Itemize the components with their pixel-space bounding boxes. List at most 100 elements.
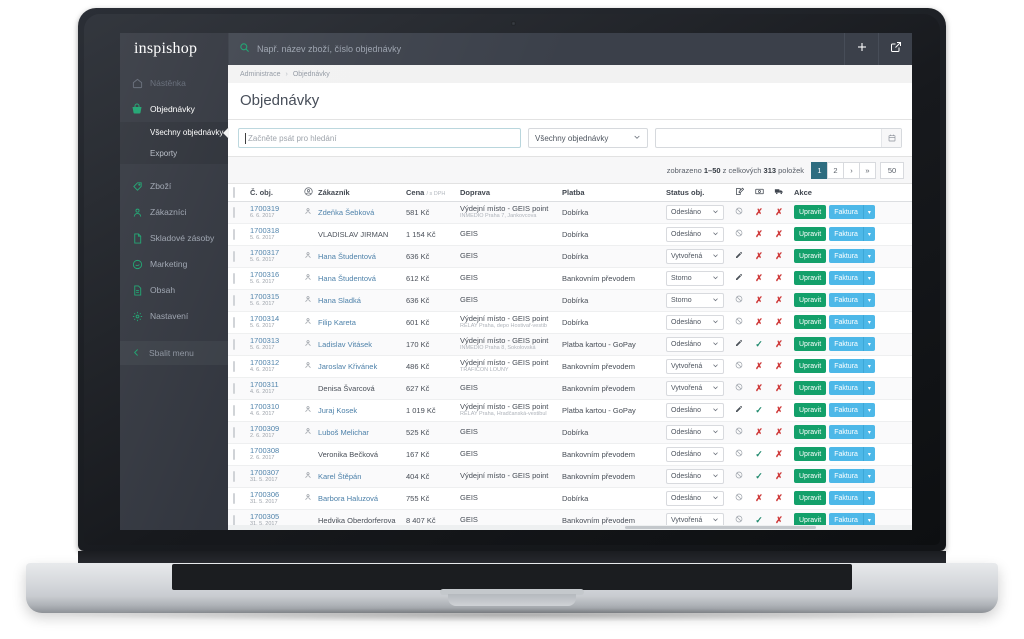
ban-icon[interactable] <box>735 207 743 217</box>
invoice-button-group[interactable]: Faktura ▾ <box>829 425 875 439</box>
order-number[interactable]: 1700310 <box>250 402 294 411</box>
customer-cell[interactable]: Hana Sladká <box>313 289 401 312</box>
row-select-cell[interactable] <box>228 333 245 356</box>
caret-down-icon[interactable]: ▾ <box>862 271 875 285</box>
paid-cell[interactable]: ✓ <box>749 443 769 466</box>
order-number-cell[interactable]: 1700306 31. 5. 2017 <box>245 487 299 510</box>
actions-cell[interactable]: Upravit Faktura ▾ <box>789 245 912 268</box>
row-select-cell[interactable] <box>228 201 245 224</box>
edit-button[interactable]: Upravit <box>794 425 827 439</box>
caret-down-icon[interactable]: ▾ <box>862 359 875 373</box>
note-cell[interactable] <box>729 333 749 356</box>
column-order-number[interactable]: Č. obj. <box>245 184 299 202</box>
invoice-button-group[interactable]: Faktura ▾ <box>829 491 875 505</box>
row-select-cell[interactable] <box>228 377 245 400</box>
actions-cell[interactable]: Upravit Faktura ▾ <box>789 399 912 422</box>
row-checkbox[interactable] <box>233 404 235 416</box>
edit-button[interactable]: Upravit <box>794 513 827 525</box>
cross-icon[interactable]: ✗ <box>755 493 763 503</box>
actions-cell[interactable]: Upravit Faktura ▾ <box>789 289 912 312</box>
shipped-cell[interactable]: ✗ <box>769 509 789 525</box>
status-cell[interactable]: Odesláno <box>661 399 729 422</box>
edit-button[interactable]: Upravit <box>794 249 827 263</box>
customer-cell[interactable]: Filip Kareta <box>313 311 401 334</box>
invoice-button-group[interactable]: Faktura ▾ <box>829 337 875 351</box>
status-cell[interactable]: Odesláno <box>661 487 729 510</box>
order-number[interactable]: 1700313 <box>250 336 294 345</box>
paid-cell[interactable]: ✓ <box>749 333 769 356</box>
sidebar-item-zakaznici[interactable]: Zákazníci <box>120 199 228 225</box>
row-checkbox[interactable] <box>233 294 235 306</box>
cross-icon[interactable]: ✗ <box>775 361 783 371</box>
caret-down-icon[interactable]: ▾ <box>862 469 875 483</box>
paid-cell[interactable]: ✗ <box>749 267 769 290</box>
cross-icon[interactable]: ✗ <box>775 339 783 349</box>
actions-cell[interactable]: Upravit Faktura ▾ <box>789 311 912 334</box>
shipped-cell[interactable]: ✗ <box>769 245 789 268</box>
note-cell[interactable] <box>729 223 749 246</box>
edit-button[interactable]: Upravit <box>794 293 827 307</box>
column-price[interactable]: Cena / s DPH <box>401 184 455 202</box>
global-search[interactable]: Např. název zboží, číslo objednávky <box>228 33 844 65</box>
note-cell[interactable] <box>729 311 749 334</box>
customer-name[interactable]: Filip Kareta <box>318 318 356 327</box>
caret-down-icon[interactable]: ▾ <box>862 447 875 461</box>
row-checkbox[interactable] <box>233 250 235 262</box>
cross-icon[interactable]: ✗ <box>775 229 783 239</box>
cross-icon[interactable]: ✗ <box>775 493 783 503</box>
ban-icon[interactable] <box>735 471 743 481</box>
customer-cell[interactable]: Veronika Bečková <box>313 443 401 466</box>
cross-icon[interactable]: ✗ <box>755 207 763 217</box>
status-select[interactable]: Vytvořená <box>666 512 724 525</box>
invoice-button[interactable]: Faktura <box>829 403 863 417</box>
shipped-cell[interactable]: ✗ <box>769 223 789 246</box>
status-select[interactable]: Odesláno <box>666 226 724 242</box>
page-size-select[interactable]: 50 <box>880 161 904 179</box>
select-all-header[interactable] <box>228 184 245 202</box>
status-select[interactable]: Odesláno <box>666 446 724 462</box>
cross-icon[interactable]: ✗ <box>755 427 763 437</box>
customer-name[interactable]: Hana Študentová <box>318 252 376 261</box>
table-row[interactable]: 1700313 5. 6. 2017 Ladislav Vitásek 170 Kč V… <box>228 333 912 356</box>
order-number[interactable]: 1700307 <box>250 468 294 477</box>
caret-down-icon[interactable]: ▾ <box>862 249 875 263</box>
order-number-cell[interactable]: 1700311 4. 6. 2017 <box>245 377 299 400</box>
order-number[interactable]: 1700319 <box>250 204 294 213</box>
note-cell[interactable] <box>729 465 749 488</box>
order-number-cell[interactable]: 1700307 31. 5. 2017 <box>245 465 299 488</box>
invoice-button-group[interactable]: Faktura ▾ <box>829 293 875 307</box>
order-number[interactable]: 1700317 <box>250 248 294 257</box>
cross-icon[interactable]: ✗ <box>775 515 783 525</box>
paid-cell[interactable]: ✗ <box>749 487 769 510</box>
check-icon[interactable]: ✓ <box>755 339 763 349</box>
status-cell[interactable]: Odesláno <box>661 333 729 356</box>
pencil-icon[interactable] <box>735 273 743 283</box>
invoice-button[interactable]: Faktura <box>829 381 863 395</box>
cross-icon[interactable]: ✗ <box>775 405 783 415</box>
pencil-icon[interactable] <box>735 339 743 349</box>
status-cell[interactable]: Odesláno <box>661 201 729 224</box>
column-status[interactable]: Status obj. <box>661 184 729 202</box>
invoice-button-group[interactable]: Faktura ▾ <box>829 271 875 285</box>
ban-icon[interactable] <box>735 493 743 503</box>
caret-down-icon[interactable]: ▾ <box>862 205 875 219</box>
invoice-button-group[interactable]: Faktura ▾ <box>829 359 875 373</box>
paid-cell[interactable]: ✗ <box>749 421 769 444</box>
order-number[interactable]: 1700315 <box>250 292 294 301</box>
sidebar-item-vsechny-objednavky[interactable]: Všechny objednávky <box>120 122 228 143</box>
caret-down-icon[interactable]: ▾ <box>862 227 875 241</box>
status-select[interactable]: Vytvořená <box>666 248 724 264</box>
edit-button[interactable]: Upravit <box>794 359 827 373</box>
note-cell[interactable] <box>729 355 749 378</box>
customer-cell[interactable]: Denisa Švarcová <box>313 377 401 400</box>
ban-icon[interactable] <box>735 427 743 437</box>
status-select[interactable]: Odesláno <box>666 490 724 506</box>
sidebar-item-zbozi[interactable]: Zboží <box>120 173 228 199</box>
row-select-cell[interactable] <box>228 443 245 466</box>
cross-icon[interactable]: ✗ <box>755 273 763 283</box>
paid-cell[interactable]: ✓ <box>749 509 769 525</box>
shipped-cell[interactable]: ✗ <box>769 311 789 334</box>
status-select[interactable]: Vytvořená <box>666 380 724 396</box>
actions-cell[interactable]: Upravit Faktura ▾ <box>789 267 912 290</box>
order-number[interactable]: 1700308 <box>250 446 294 455</box>
